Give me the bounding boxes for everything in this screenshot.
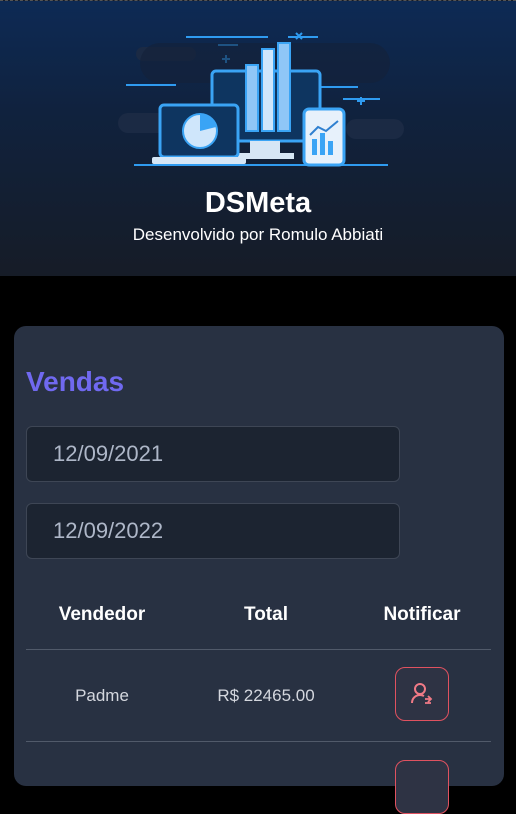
column-header-notificar: Notificar: [383, 604, 461, 625]
sale-total: R$ 22465.00: [217, 686, 315, 705]
header: DSMeta Desenvolvido por Romulo Abbiati: [0, 0, 516, 276]
sales-title: Vendas: [26, 366, 125, 397]
app-subtitle: Desenvolvido por Romulo Abbiati: [132, 225, 384, 244]
seller-name: Padme: [75, 686, 129, 705]
app-title: DSMeta: [204, 187, 312, 219]
user-notify-icon: [411, 683, 433, 704]
notify-button[interactable]: [395, 667, 449, 721]
analytics-devices-illustration-icon: [118, 32, 404, 167]
notify-button[interactable]: [395, 760, 449, 814]
max-date-field[interactable]: 12/09/2022: [26, 503, 400, 559]
table-divider: [26, 741, 491, 742]
sales-card: Vendas 12/09/2021 12/09/2022 Vendedor To…: [14, 326, 504, 814]
table-row: Padme R$ 22465.00: [26, 650, 491, 742]
min-date-field[interactable]: 12/09/2021: [26, 426, 400, 482]
column-header-vendedor: Vendedor: [58, 604, 146, 625]
column-header-total: Total: [244, 604, 288, 625]
